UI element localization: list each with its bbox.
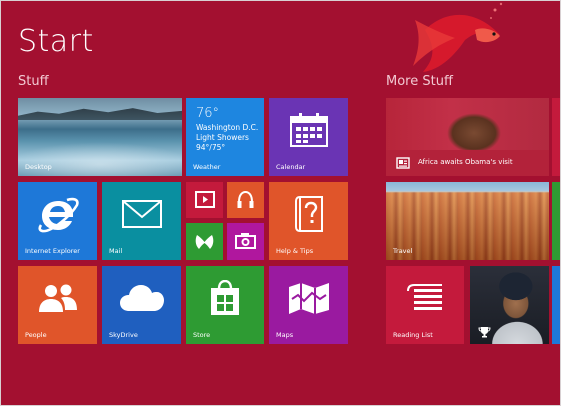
tile-video[interactable] [186,182,223,218]
tile-maps[interactable]: Maps [269,266,348,344]
store-icon-wrap [186,266,264,330]
tile-skydrive[interactable]: SkyDrive [102,266,181,344]
reading-list-icon [407,284,442,310]
calendar-grid-icon [289,113,328,147]
trophy-icon [478,327,491,338]
tile-calendar-label: Calendar [276,163,306,171]
tile-music[interactable] [227,182,264,218]
tile-mail[interactable]: Mail [102,182,181,260]
store-bag-icon [211,280,239,315]
tile-mail-label: Mail [109,247,123,255]
tile-help-label: Help & Tips [276,247,314,255]
cloud-icon [119,285,164,311]
tile-store[interactable]: Store [186,266,264,344]
page-title: Start [18,24,94,59]
tile-sports[interactable] [470,266,549,344]
edge-tile-3[interactable] [552,266,561,344]
tile-people[interactable]: People [18,266,97,344]
tile-news[interactable]: Africa awaits Obama's visit [386,98,549,176]
mail-envelope-icon [121,200,162,228]
news-headline: Africa awaits Obama's visit [418,158,513,166]
help-icon-wrap [269,182,348,246]
tile-travel[interactable]: Travel [386,182,549,260]
news-icon [396,157,410,169]
weather-condition: Light Showers [196,133,249,142]
edge-tile-2[interactable] [552,182,561,260]
people-icon [38,284,77,312]
news-strip: Africa awaits Obama's visit [386,150,549,176]
tile-reading-label: Reading List [393,331,433,339]
camera-icon [235,233,256,249]
tile-skydrive-label: SkyDrive [109,331,138,339]
maps-icon-wrap [269,266,348,330]
mail-icon-wrap [102,182,181,246]
tile-weather[interactable]: 76° Washington D.C. Light Showers 94°/75… [186,98,264,176]
tile-ie-label: Internet Explorer [25,247,80,255]
tile-internet-explorer[interactable]: Internet Explorer [18,182,97,260]
tile-camera[interactable] [227,223,264,260]
weather-city: Washington D.C. [196,123,259,132]
tile-maps-label: Maps [276,331,294,339]
tile-store-label: Store [193,331,211,339]
calendar-icon-wrap [269,98,348,162]
video-icon [195,191,215,208]
maps-icon [288,283,329,314]
betta-fish-decoration [413,2,503,73]
weather-range: 94°/75° [196,143,226,152]
tile-weather-label: Weather [193,163,221,171]
weather-temperature: 76° [196,106,220,121]
help-question-icon [294,196,323,232]
group-label-stuff: Stuff [18,74,49,89]
edge-tile-1[interactable] [552,98,561,176]
tile-people-label: People [25,331,47,339]
tile-games[interactable] [186,223,223,260]
tile-travel-label: Travel [393,247,413,255]
headphones-icon [237,190,254,208]
internet-explorer-icon [37,197,79,233]
tile-help-tips[interactable]: Help & Tips [269,182,348,260]
skydrive-icon-wrap [102,266,181,330]
tile-reading-list[interactable]: Reading List [386,266,464,344]
start-screen: Start Stuff More Stuff Desktop 76° Washi… [0,0,561,406]
reading-icon-wrap [386,266,464,330]
tile-desktop-label: Desktop [25,163,52,171]
people-icon-wrap [18,266,97,330]
ie-icon-wrap [18,182,97,246]
group-label-more-stuff: More Stuff [386,74,453,89]
tile-desktop[interactable]: Desktop [18,98,182,176]
xbox-controller-icon [195,235,214,249]
tile-calendar[interactable]: Calendar [269,98,348,176]
